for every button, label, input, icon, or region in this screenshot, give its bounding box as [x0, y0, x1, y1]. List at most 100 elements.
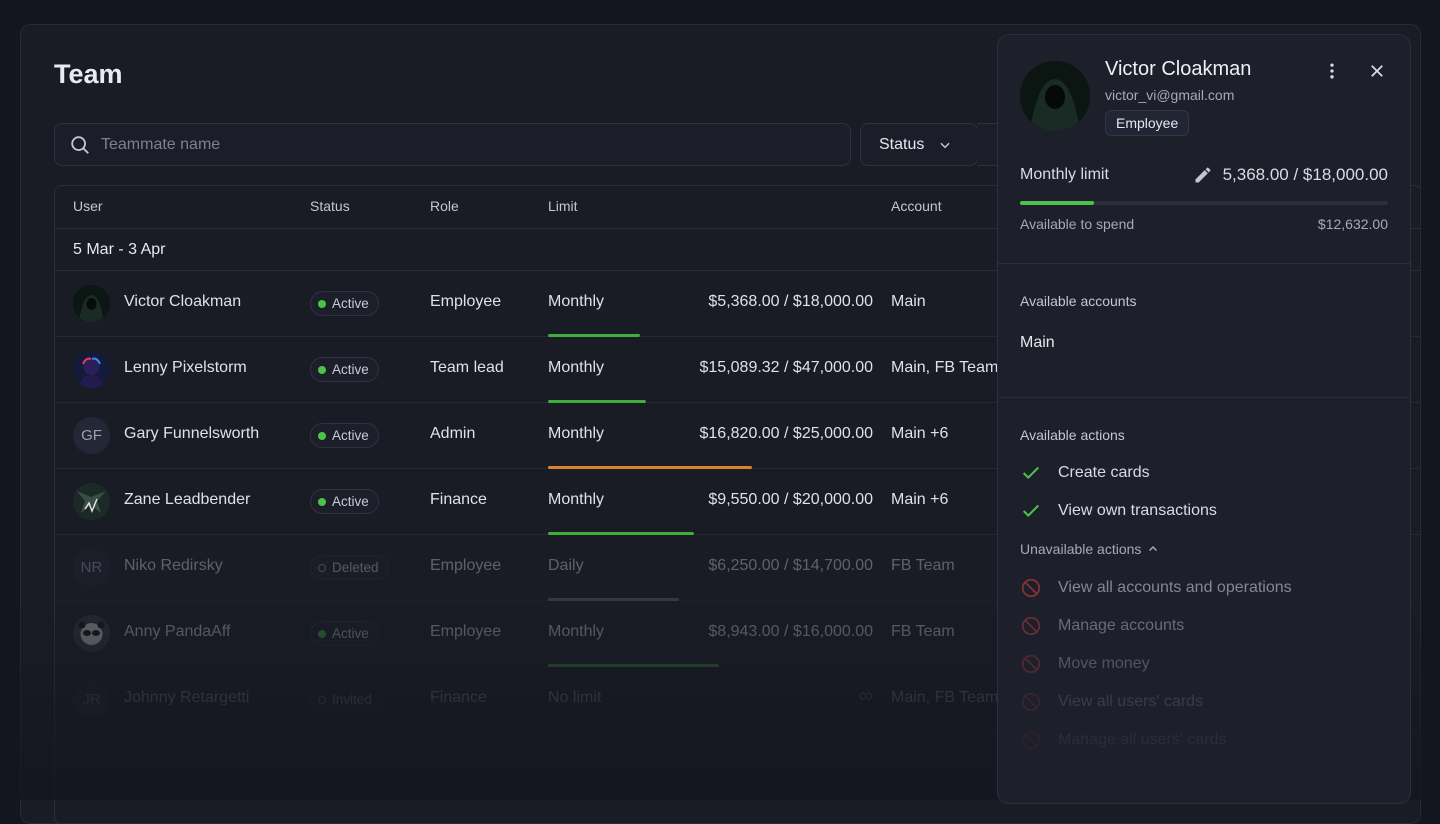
avatar [73, 351, 110, 388]
user-role: Employee [430, 293, 501, 311]
check-icon [1020, 462, 1042, 484]
user-name: Zane Leadbender [124, 491, 250, 509]
chevron-down-icon [938, 138, 952, 152]
status-badge: Active [310, 357, 379, 382]
search-bar[interactable] [54, 123, 851, 166]
user-role: Finance [430, 491, 487, 509]
user-name: Johnny Retargetti [124, 689, 249, 707]
available-accounts-title: Available accounts [1020, 293, 1136, 309]
status-text: Active [332, 362, 369, 377]
limit-total: / $16,000.00 [784, 623, 873, 640]
user-role: Employee [430, 623, 501, 641]
spent-amount: $6,250.00 [708, 557, 779, 574]
status-badge: Active [310, 423, 379, 448]
forbidden-icon [1020, 729, 1042, 751]
status-text: Active [332, 626, 369, 641]
unavailable-action-item: Move money [1020, 653, 1150, 675]
limit-amount: $16,820.00 / $25,000.00 [700, 425, 874, 443]
divider [998, 263, 1411, 264]
user-account: Main, FB Team [891, 689, 998, 707]
close-button[interactable] [1365, 59, 1389, 83]
limit-progress-fill [1020, 201, 1094, 205]
limit-period: Daily [548, 557, 584, 575]
status-text: Active [332, 494, 369, 509]
limit-period: Monthly [548, 425, 604, 443]
header-user: User [73, 198, 103, 214]
status-text: Active [332, 428, 369, 443]
forbidden-icon [1020, 615, 1042, 637]
status-text: Active [332, 296, 369, 311]
spent-amount: $9,550.00 [708, 491, 779, 508]
forbidden-icon [1020, 577, 1042, 599]
user-detail-panel: Victor Cloakman victor_vi@gmail.com Empl… [997, 34, 1411, 804]
search-input[interactable] [101, 136, 801, 154]
more-vertical-icon [1322, 61, 1342, 81]
limit-value-text: 5,368.00 / $18,000.00 [1223, 165, 1388, 185]
avatar: NR [73, 549, 110, 586]
spent-amount: $5,368.00 [708, 293, 779, 310]
unavailable-action-item: Manage all users' cards [1020, 729, 1226, 751]
user-name: Niko Redirsky [124, 557, 223, 575]
limit-amount: $6,250.00 / $14,700.00 [708, 557, 873, 575]
unavailable-actions-toggle[interactable]: Unavailable actions [1020, 541, 1159, 557]
user-name: Gary Funnelsworth [124, 425, 259, 443]
status-dot-icon [318, 432, 326, 440]
more-options-button[interactable] [1320, 59, 1344, 83]
avatar [73, 285, 110, 322]
search-icon [69, 134, 91, 156]
limit-amount: $5,368.00 / $18,000.00 [708, 293, 873, 311]
monthly-limit-label: Monthly limit [1020, 166, 1109, 184]
panel-avatar [1020, 61, 1090, 131]
forbidden-icon [1020, 653, 1042, 675]
unavailable-action-item: Manage accounts [1020, 615, 1184, 637]
user-account: Main [891, 293, 926, 311]
status-text: Deleted [332, 560, 379, 575]
panel-user-email: victor_vi@gmail.com [1105, 87, 1234, 103]
forbidden-icon [1020, 691, 1042, 713]
header-account: Account [891, 198, 942, 214]
status-filter-label: Status [879, 136, 924, 154]
status-text: Invited [332, 692, 372, 707]
panel-user-name: Victor Cloakman [1105, 58, 1251, 81]
status-badge: Active [310, 291, 379, 316]
available-actions-title: Available actions [1020, 427, 1125, 443]
limit-period: Monthly [548, 359, 604, 377]
header-role: Role [430, 198, 459, 214]
user-account: FB Team [891, 557, 955, 575]
account-item: Main [1020, 334, 1055, 352]
user-name: Lenny Pixelstorm [124, 359, 247, 377]
spent-amount: $15,089.32 [700, 359, 780, 376]
limit-amount: $8,943.00 / $16,000.00 [708, 623, 873, 641]
status-badge: Deleted [310, 555, 389, 580]
status-badge: Active [310, 489, 379, 514]
available-to-spend-value: $12,632.00 [1318, 216, 1388, 232]
user-role: Employee [430, 557, 501, 575]
limit-total: / $25,000.00 [784, 425, 873, 442]
infinity-icon: ∞ [859, 685, 873, 708]
user-account: Main +6 [891, 425, 948, 443]
limit-total: / $14,700.00 [784, 557, 873, 574]
user-name: Anny PandaAff [124, 623, 230, 641]
status-dot-icon [318, 498, 326, 506]
limit-progress-track [1020, 201, 1388, 205]
status-dot-icon [318, 564, 326, 572]
action-label: View all accounts and operations [1058, 579, 1292, 597]
spent-amount: $8,943.00 [708, 623, 779, 640]
limit-period: No limit [548, 689, 601, 707]
limit-amount: $9,550.00 / $20,000.00 [708, 491, 873, 509]
user-name: Victor Cloakman [124, 293, 241, 311]
unavailable-action-item: View all users' cards [1020, 691, 1203, 713]
panel-role-badge: Employee [1105, 110, 1189, 136]
status-filter-dropdown[interactable]: Status [860, 123, 978, 166]
unavailable-action-item: View all accounts and operations [1020, 577, 1292, 599]
avatar: GF [73, 417, 110, 454]
unavailable-actions-title: Unavailable actions [1020, 541, 1141, 557]
action-label: Create cards [1058, 464, 1150, 482]
action-label: View own transactions [1058, 502, 1217, 520]
available-to-spend-label: Available to spend [1020, 216, 1134, 232]
status-badge: Active [310, 621, 379, 646]
action-label: Move money [1058, 655, 1150, 673]
edit-pencil-icon[interactable] [1193, 165, 1213, 185]
avatar [73, 615, 110, 652]
user-role: Admin [430, 425, 475, 443]
